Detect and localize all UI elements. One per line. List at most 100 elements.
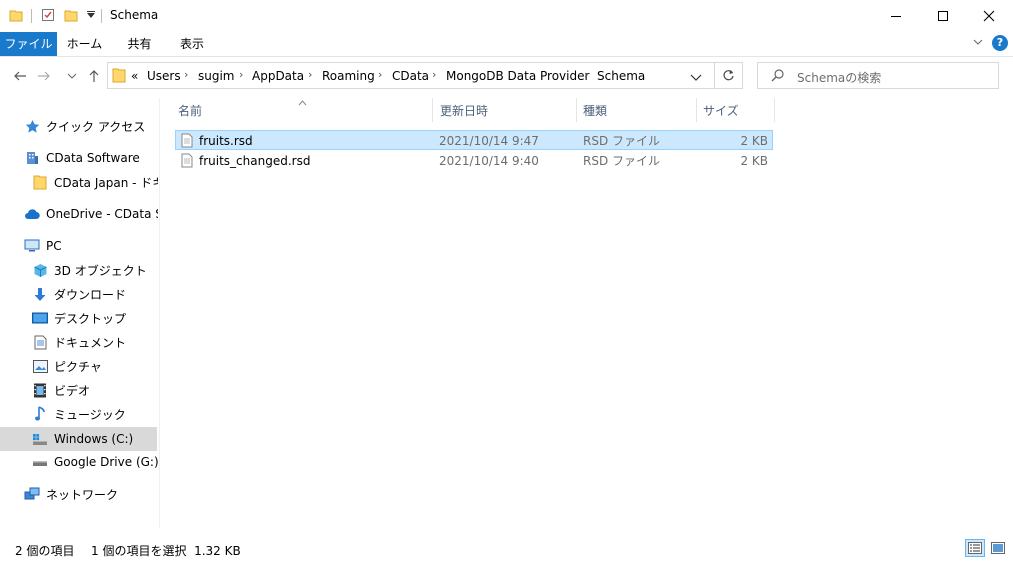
building-icon: [24, 150, 40, 166]
sidebar-item-label: ネットワーク: [46, 487, 119, 502]
details-view-button[interactable]: [965, 539, 985, 557]
address-dropdown-button[interactable]: [690, 71, 702, 85]
column-header-type[interactable]: 種類: [583, 102, 607, 119]
column-divider[interactable]: [774, 98, 775, 122]
folder-icon[interactable]: [9, 8, 23, 22]
sidebar-item-label: Windows (C:): [54, 432, 134, 446]
drive-icon: [32, 454, 48, 470]
sidebar-item-downloads[interactable]: ダウンロード: [0, 283, 158, 305]
tab-file[interactable]: ファイル: [0, 32, 57, 56]
crumb-cdata[interactable]: CData: [392, 69, 429, 83]
sidebar-item-label: クイック アクセス: [46, 119, 146, 134]
recent-locations-button[interactable]: [62, 64, 82, 88]
new-folder-icon[interactable]: [64, 8, 78, 22]
sidebar-item-cdata-software[interactable]: CData Software: [0, 147, 158, 169]
tab-share[interactable]: 共有: [112, 32, 167, 56]
column-divider[interactable]: [696, 98, 697, 122]
document-icon: [32, 334, 48, 350]
sidebar-item-label: デスクトップ: [54, 311, 127, 326]
crumb-schema[interactable]: Schema: [597, 69, 645, 83]
column-divider[interactable]: [432, 98, 433, 122]
drive-icon: [32, 431, 48, 447]
crumb-mongodb-data-provider[interactable]: MongoDB Data Provider: [446, 69, 589, 83]
file-name[interactable]: fruits_changed.rsd: [199, 151, 310, 171]
chevron-right-icon[interactable]: ›: [432, 68, 436, 81]
file-icon: [181, 153, 193, 171]
crumb-appdata[interactable]: AppData: [252, 69, 304, 83]
large-icons-view-icon: [991, 542, 1005, 554]
column-header-size[interactable]: サイズ: [703, 102, 739, 119]
folder-icon: [112, 67, 126, 86]
status-selection: 1 個の項目を選択 1.32 KB: [91, 544, 241, 558]
tab-view[interactable]: 表示: [167, 32, 217, 56]
large-icons-view-button[interactable]: [988, 539, 1008, 557]
sidebar-item-label: PC: [46, 239, 62, 253]
chevron-right-icon[interactable]: ›: [378, 68, 382, 81]
sidebar-item-documents[interactable]: ドキュメント: [0, 331, 158, 353]
chevron-down-icon: [690, 74, 702, 81]
sidebar-item-videos[interactable]: ビデオ: [0, 379, 158, 401]
sidebar-item-label: ビデオ: [54, 383, 91, 398]
search-input[interactable]: Schemaの検索: [797, 69, 881, 86]
sidebar-item-label: ダウンロード: [54, 287, 127, 302]
up-button[interactable]: [83, 64, 105, 88]
chevron-right-icon[interactable]: ›: [584, 68, 588, 81]
video-icon: [32, 382, 48, 398]
sidebar-item-music[interactable]: ミュージック: [0, 403, 158, 425]
chevron-down-icon[interactable]: [84, 8, 98, 22]
properties-icon[interactable]: [41, 8, 55, 22]
column-divider[interactable]: [576, 98, 577, 122]
sidebar-item-desktop[interactable]: デスクトップ: [0, 307, 158, 329]
sidebar-item-quick-access[interactable]: クイック アクセス: [0, 115, 158, 137]
expand-ribbon-button[interactable]: [972, 36, 984, 51]
column-header-date[interactable]: 更新日時: [440, 102, 488, 119]
file-size: 2 KB: [740, 154, 768, 168]
window-title: Schema: [110, 8, 159, 22]
chevron-right-icon[interactable]: ›: [308, 68, 312, 81]
sidebar-item-windows-c[interactable]: Windows (C:): [0, 427, 157, 451]
refresh-button[interactable]: [714, 62, 743, 89]
help-icon[interactable]: ?: [992, 35, 1008, 51]
sidebar-item-label: 3D オブジェクト: [54, 263, 147, 278]
forward-button[interactable]: [33, 64, 55, 88]
star-icon: [24, 118, 40, 134]
maximize-button[interactable]: [920, 0, 966, 32]
crumb-sugim[interactable]: sugim: [198, 69, 235, 83]
file-row[interactable]: fruits.rsd 2021/10/14 9:47 RSD ファイル 2 KB: [175, 130, 773, 150]
minimize-icon: [891, 16, 901, 17]
status-item-count: 2 個の項目: [15, 544, 75, 558]
crumb-users[interactable]: Users: [147, 69, 181, 83]
sidebar-item-label: Google Drive (G:): [54, 455, 158, 469]
sidebar-item-cdata-japan[interactable]: CData Japan - ドキュメント: [0, 171, 158, 193]
navigation-pane-divider[interactable]: [159, 98, 160, 528]
sidebar-item-pc[interactable]: PC: [0, 235, 158, 257]
cloud-icon: [24, 206, 40, 222]
minimize-button[interactable]: [873, 0, 919, 32]
column-header-name[interactable]: 名前: [178, 102, 202, 119]
back-button[interactable]: [9, 64, 31, 88]
crumb-roaming[interactable]: Roaming: [322, 69, 375, 83]
divider: [31, 9, 32, 23]
sidebar-item-onedrive[interactable]: OneDrive - CData Software: [0, 203, 158, 225]
sidebar-item-label: CData Software: [46, 151, 140, 165]
music-icon: [32, 406, 48, 422]
sidebar-item-label: OneDrive - CData Software: [46, 207, 158, 221]
maximize-icon: [938, 11, 948, 21]
file-row[interactable]: fruits_changed.rsd 2021/10/14 9:40 RSD フ…: [175, 150, 773, 170]
file-name[interactable]: fruits.rsd: [199, 131, 253, 151]
chevron-down-icon: [67, 73, 77, 79]
divider: [101, 9, 102, 23]
chevron-right-icon[interactable]: ›: [184, 68, 188, 81]
arrow-left-icon: [14, 71, 26, 81]
sidebar-item-pictures[interactable]: ピクチャ: [0, 355, 158, 377]
close-icon: [983, 10, 995, 22]
sidebar-item-google-drive-g[interactable]: Google Drive (G:): [0, 451, 158, 473]
refresh-icon: [722, 70, 734, 81]
sidebar-item-network[interactable]: ネットワーク: [0, 483, 158, 505]
sidebar-item-3d-objects[interactable]: 3D オブジェクト: [0, 259, 158, 281]
chevron-right-icon[interactable]: ›: [239, 68, 243, 81]
tab-home[interactable]: ホーム: [57, 32, 112, 56]
sidebar-item-label: ミュージック: [54, 407, 126, 422]
address-overflow[interactable]: «: [131, 69, 138, 83]
close-button[interactable]: [966, 0, 1012, 32]
